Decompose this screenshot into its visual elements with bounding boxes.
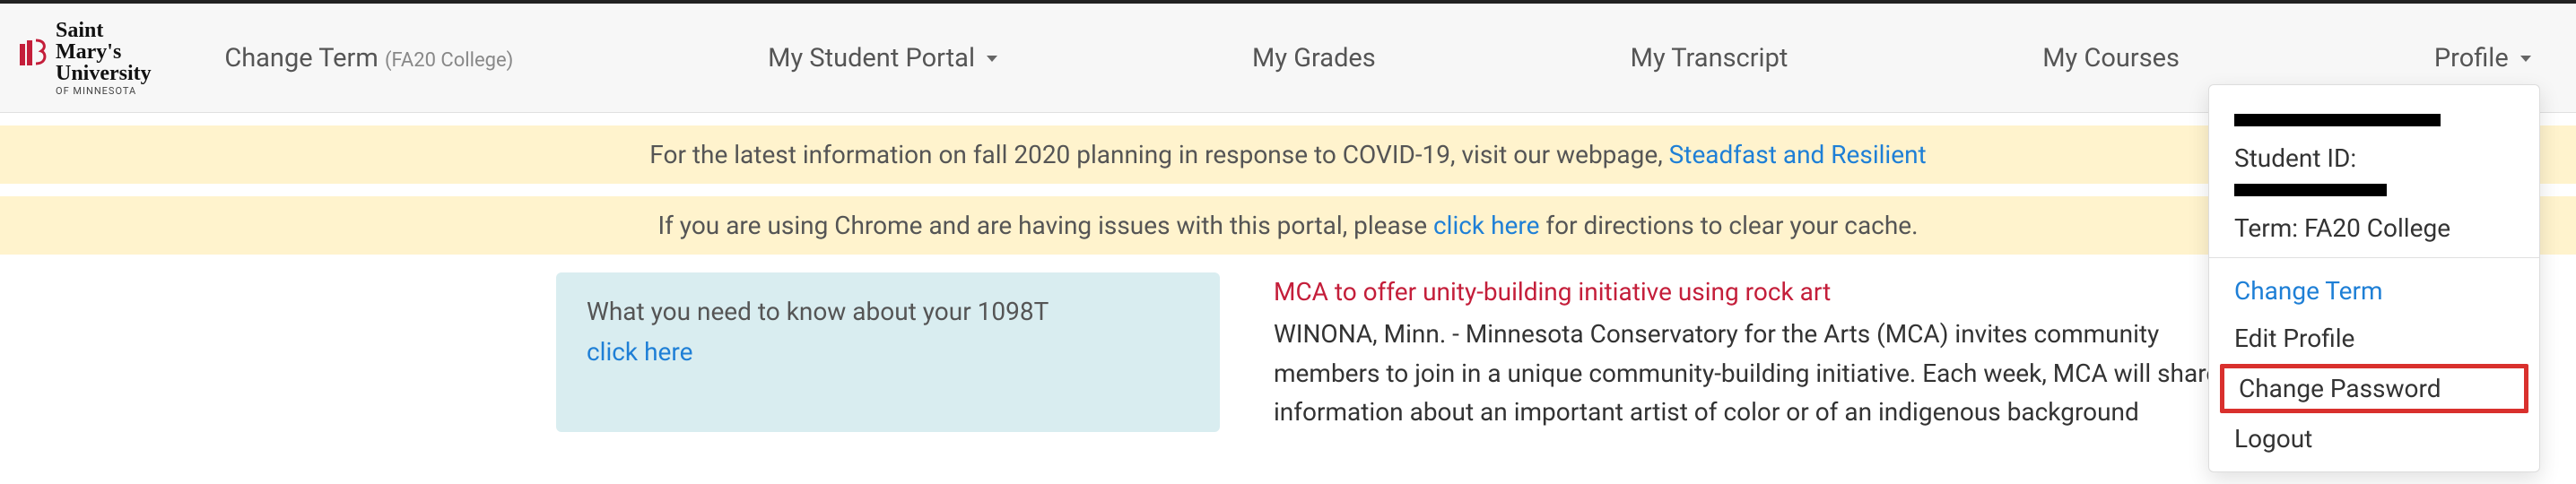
brand-sub: OF MINNESOTA bbox=[56, 86, 161, 96]
student-id-label: Student ID: bbox=[2234, 143, 2356, 173]
nav-transcript-label: My Transcript bbox=[1631, 43, 1788, 73]
news-body: WINONA, Minn. - Minnesota Conservatory f… bbox=[1274, 315, 2242, 431]
brand-line1: Saint Mary's bbox=[56, 20, 161, 63]
banner-chrome-link[interactable]: click here bbox=[1433, 211, 1539, 240]
nav-grades-label: My Grades bbox=[1252, 43, 1376, 73]
menu-change-password-label: Change Password bbox=[2239, 374, 2441, 403]
chevron-down-icon bbox=[2520, 56, 2531, 62]
profile-student-id-row: Student ID: bbox=[2209, 138, 2539, 208]
brand-logo[interactable]: Saint Mary's University OF MINNESOTA bbox=[18, 20, 188, 96]
chevron-down-icon bbox=[987, 56, 997, 62]
menu-edit-profile[interactable]: Edit Profile bbox=[2209, 315, 2539, 362]
nav-student-portal-label: My Student Portal bbox=[768, 43, 975, 73]
nav-grades[interactable]: My Grades bbox=[1252, 43, 1376, 73]
profile-term-row: Term: FA20 College bbox=[2209, 208, 2539, 248]
nav-student-portal[interactable]: My Student Portal bbox=[768, 43, 997, 73]
menu-change-password[interactable]: Change Password bbox=[2220, 364, 2528, 413]
redacted-student-id bbox=[2234, 184, 2387, 196]
profile-term-label: Term: FA20 College bbox=[2234, 213, 2450, 243]
menu-change-term[interactable]: Change Term bbox=[2209, 267, 2539, 315]
menu-logout-label: Logout bbox=[2234, 424, 2312, 454]
profile-dropdown: Student ID: Term: FA20 College Change Te… bbox=[2208, 84, 2540, 472]
menu-edit-profile-label: Edit Profile bbox=[2234, 324, 2354, 353]
dropdown-divider bbox=[2209, 257, 2539, 258]
banner-chrome-suffix: for directions to clear your cache. bbox=[1539, 211, 1918, 240]
nav-courses[interactable]: My Courses bbox=[2042, 43, 2180, 73]
nav-profile-label: Profile bbox=[2434, 43, 2509, 73]
content-row: What you need to know about your 1098T c… bbox=[0, 255, 2576, 432]
banner-covid: For the latest information on fall 2020 … bbox=[0, 125, 2576, 184]
banner-covid-link[interactable]: Steadfast and Resilient bbox=[1669, 140, 1927, 169]
profile-name-row bbox=[2209, 98, 2539, 138]
top-navbar: Saint Mary's University OF MINNESOTA Cha… bbox=[0, 0, 2576, 113]
info-card-1098t: What you need to know about your 1098T c… bbox=[556, 272, 1220, 432]
menu-change-term-label: Change Term bbox=[2234, 276, 2383, 306]
nav-transcript[interactable]: My Transcript bbox=[1631, 43, 1788, 73]
menu-logout[interactable]: Logout bbox=[2209, 415, 2539, 462]
redacted-name bbox=[2234, 114, 2441, 126]
banner-chrome-prefix: If you are using Chrome and are having i… bbox=[658, 211, 1434, 240]
news-article: MCA to offer unity-building initiative u… bbox=[1274, 272, 2242, 432]
nav-change-term[interactable]: Change Term (FA20 College) bbox=[224, 43, 513, 73]
banner-chrome: If you are using Chrome and are having i… bbox=[0, 196, 2576, 255]
nav-profile[interactable]: Profile bbox=[2434, 43, 2531, 73]
brand-line2: University bbox=[56, 63, 161, 84]
info-card-text: What you need to know about your 1098T bbox=[587, 292, 1189, 333]
news-title: MCA to offer unity-building initiative u… bbox=[1274, 272, 2242, 311]
nav-courses-label: My Courses bbox=[2042, 43, 2180, 73]
logo-icon bbox=[18, 39, 48, 77]
info-card-link[interactable]: click here bbox=[587, 337, 692, 367]
logo-text: Saint Mary's University OF MINNESOTA bbox=[56, 20, 161, 96]
banner-covid-text: For the latest information on fall 2020 … bbox=[649, 140, 1668, 169]
nav-change-term-paren: (FA20 College) bbox=[385, 49, 513, 72]
nav-change-term-label: Change Term bbox=[224, 43, 378, 73]
